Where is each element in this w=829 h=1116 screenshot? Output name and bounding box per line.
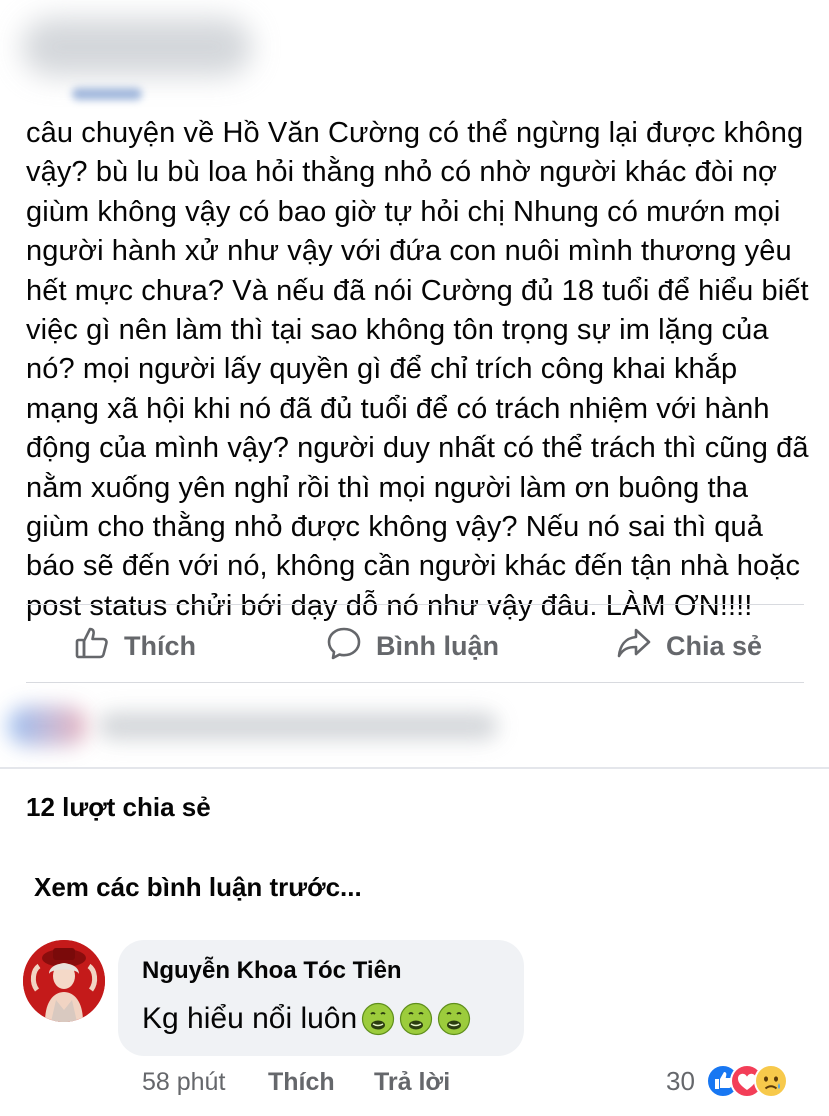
comment-bubble-icon — [326, 625, 362, 668]
share-arrow-icon — [616, 625, 652, 668]
reaction-count[interactable]: 30 — [666, 1066, 695, 1097]
nauseated-face-icon — [361, 1002, 395, 1036]
like-label: Thích — [124, 631, 196, 661]
nauseated-face-icon — [437, 1002, 471, 1036]
share-button[interactable]: Chia sẻ — [616, 625, 762, 668]
share-label: Chia sẻ — [666, 631, 763, 661]
nauseated-face-icon — [399, 1002, 433, 1036]
section-separator — [0, 767, 829, 769]
view-previous-comments-link[interactable]: Xem các bình luận trước... — [34, 872, 362, 903]
divider-bottom — [26, 682, 804, 683]
blurred-comment-box — [8, 700, 508, 750]
comment-like-button[interactable]: Thích — [268, 1068, 335, 1097]
post-text: câu chuyện về Hồ Văn Cường có thể ngừng … — [26, 117, 809, 622]
avatar[interactable] — [23, 940, 105, 1022]
sad-reaction-icon — [754, 1064, 788, 1098]
share-count[interactable]: 12 lượt chia sẻ — [26, 792, 211, 823]
comment-reply-button[interactable]: Trả lời — [374, 1068, 450, 1097]
thumbs-up-icon — [74, 625, 110, 668]
post-actions: Thích Bình luận Chia sẻ — [26, 605, 804, 683]
comment-text-row: Kg hiểu nổi luôn — [142, 1002, 471, 1036]
comment-bubble: Nguyễn Khoa Tóc Tiên Kg hiểu nổi luôn — [118, 940, 524, 1056]
like-button[interactable]: Thích — [74, 625, 196, 668]
comment-label: Bình luận — [376, 631, 499, 661]
blurred-post-author — [22, 8, 262, 100]
comment-time[interactable]: 58 phút — [142, 1068, 225, 1097]
comment-text: Kg hiểu nổi luôn — [142, 1002, 358, 1035]
comment-button[interactable]: Bình luận — [326, 625, 499, 668]
comment-author[interactable]: Nguyễn Khoa Tóc Tiên — [142, 957, 402, 985]
reaction-icons[interactable] — [706, 1064, 816, 1100]
